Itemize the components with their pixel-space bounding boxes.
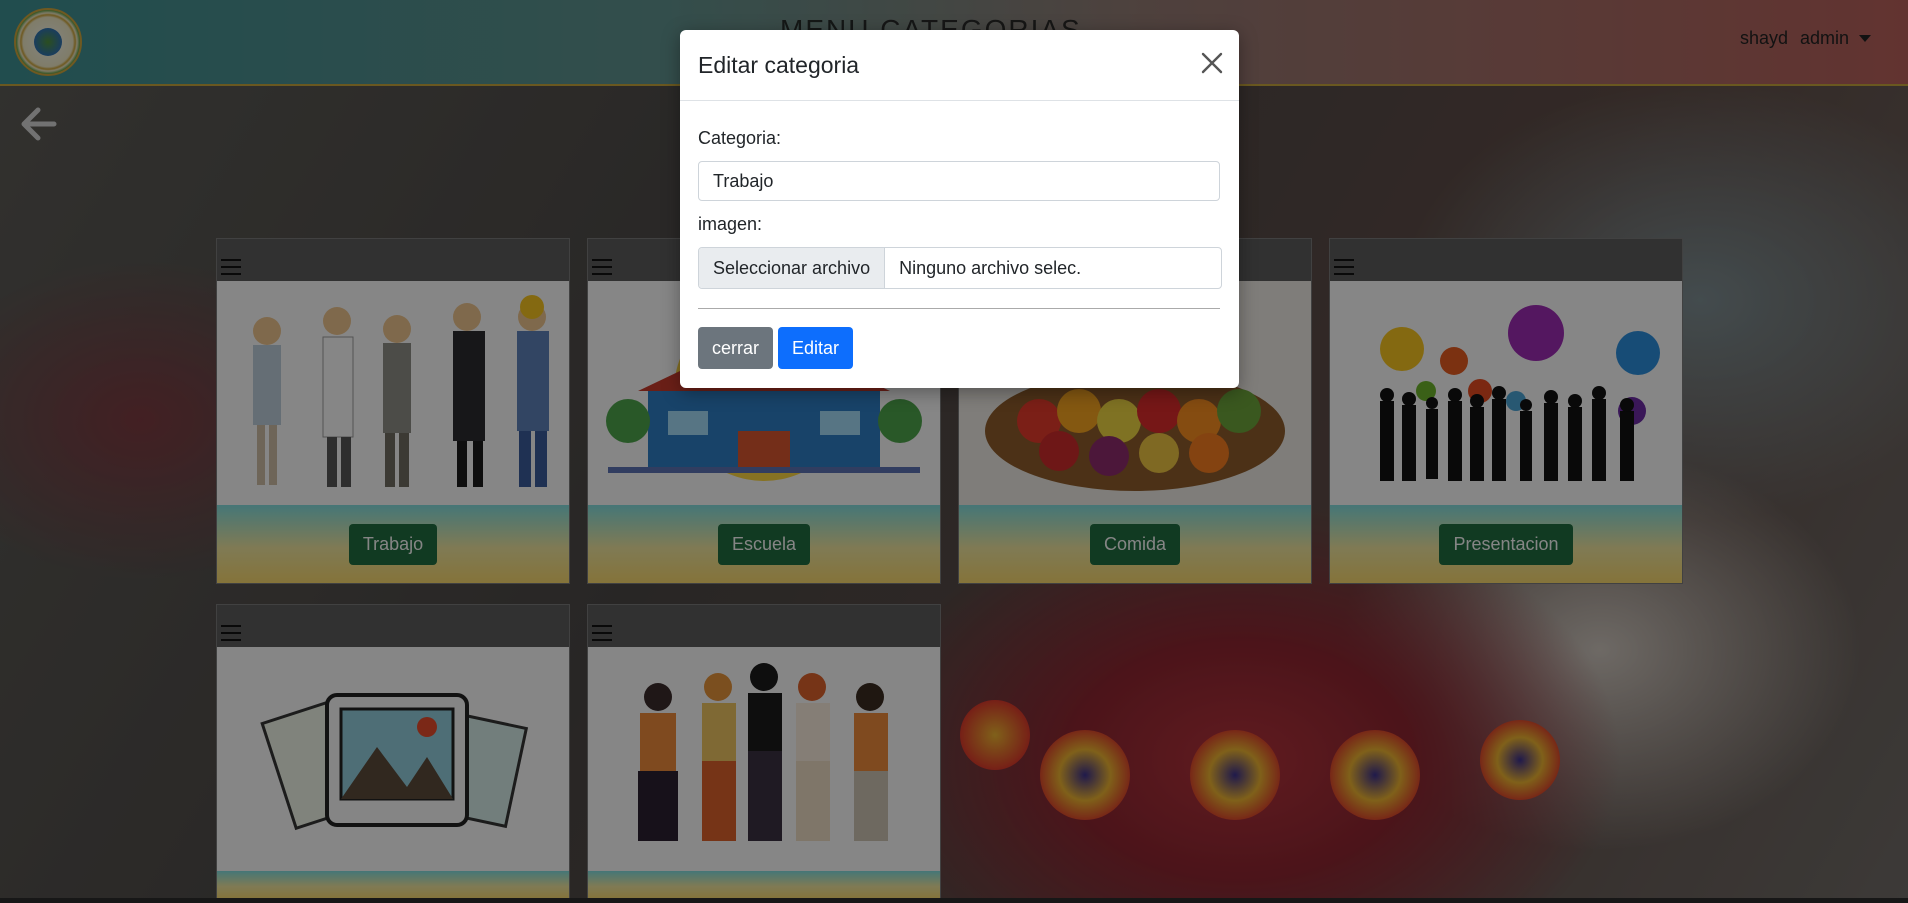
modal-title: Editar categoria: [698, 52, 860, 78]
close-button[interactable]: cerrar: [698, 327, 774, 369]
choose-file-button[interactable]: Seleccionar archivo: [699, 248, 886, 288]
file-status: Ninguno archivo selec.: [899, 257, 1082, 278]
close-icon[interactable]: [1199, 50, 1225, 76]
image-label: imagen:: [698, 214, 763, 234]
divider: [698, 308, 1220, 309]
edit-button[interactable]: Editar: [778, 327, 854, 369]
category-input[interactable]: [698, 161, 1220, 201]
edit-category-modal: Editar categoria Categoria: imagen: Sele…: [680, 30, 1239, 388]
category-label: Categoria:: [698, 128, 782, 148]
image-file-input[interactable]: Seleccionar archivo Ninguno archivo sele…: [698, 247, 1222, 289]
